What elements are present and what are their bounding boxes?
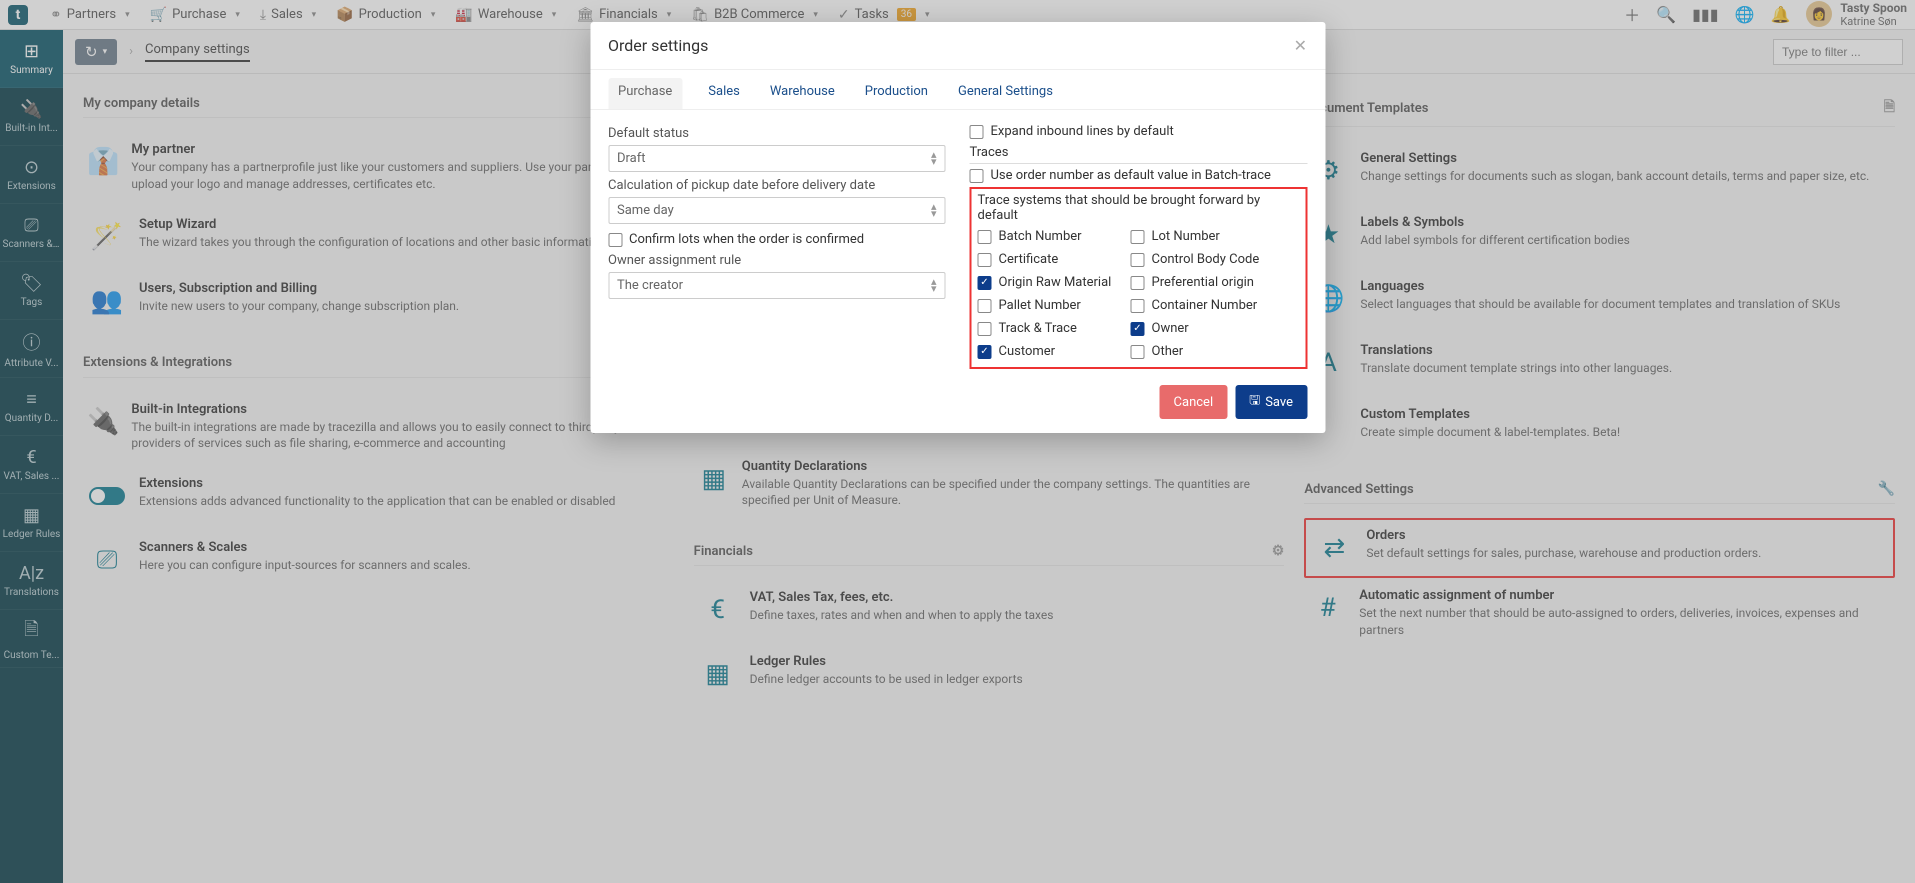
trace-option: Other <box>1131 344 1266 359</box>
select-value: Same day <box>617 203 674 218</box>
trace-label: Preferential origin <box>1152 275 1255 290</box>
trace-option: ✓ Customer <box>978 344 1113 359</box>
trace-option: Batch Number <box>978 229 1113 244</box>
confirm-lots-label: Confirm lots when the order is confirmed <box>629 232 864 247</box>
trace-checkbox[interactable]: ✓ <box>978 276 992 290</box>
select-value: Draft <box>617 151 646 166</box>
tab-general-settings[interactable]: General Settings <box>954 78 1057 109</box>
trace-option: ✓ Owner <box>1131 321 1266 336</box>
order-settings-dialog: Order settings ✕ PurchaseSalesWarehouseP… <box>590 22 1325 433</box>
trace-option: Certificate <box>978 252 1113 267</box>
trace-checkbox[interactable] <box>1131 276 1145 290</box>
trace-checkbox[interactable] <box>1131 253 1145 267</box>
confirm-lots-checkbox[interactable] <box>608 233 622 247</box>
trace-checkbox[interactable]: ✓ <box>978 345 992 359</box>
expand-label: Expand inbound lines by default <box>991 124 1174 139</box>
trace-checkbox[interactable] <box>978 299 992 313</box>
trace-checkbox[interactable] <box>1131 299 1145 313</box>
owner-rule-select[interactable]: The creator ▴▾ <box>608 272 946 299</box>
dialog-body: Default status Draft ▴▾ Calculation of pi… <box>590 110 1325 375</box>
close-icon[interactable]: ✕ <box>1294 36 1307 55</box>
default-status-select[interactable]: Draft ▴▾ <box>608 145 946 172</box>
trace-option: Preferential origin <box>1131 275 1266 290</box>
sort-icon: ▴▾ <box>931 152 937 165</box>
cancel-button[interactable]: Cancel <box>1160 385 1228 419</box>
trace-label: Origin Raw Material <box>999 275 1112 290</box>
trace-option: Control Body Code <box>1131 252 1266 267</box>
trace-box-title: Trace systems that should be brought for… <box>978 193 1300 223</box>
trace-label: Other <box>1152 344 1184 359</box>
dialog-tabs: Purchase Sales Warehouse Production General … <box>590 70 1325 110</box>
use-order-number-checkbox[interactable] <box>970 169 984 183</box>
trace-option: Pallet Number <box>978 298 1113 313</box>
trace-options-grid: Batch Number Lot Number Certificate Control… <box>978 227 1300 361</box>
trace-option: Lot Number <box>1131 229 1266 244</box>
trace-label: Customer <box>999 344 1056 359</box>
tab-purchase[interactable]: Purchase <box>608 78 682 109</box>
trace-option: ✓ Origin Raw Material <box>978 275 1113 290</box>
trace-checkbox[interactable] <box>978 253 992 267</box>
trace-checkbox[interactable] <box>1131 345 1145 359</box>
sort-icon: ▴▾ <box>931 204 937 217</box>
select-value: The creator <box>617 278 683 293</box>
pickup-select[interactable]: Same day ▴▾ <box>608 197 946 224</box>
trace-checkbox[interactable] <box>1131 230 1145 244</box>
dialog-right: Expand inbound lines by default Traces U… <box>970 120 1308 369</box>
dialog-title: Order settings <box>608 36 708 55</box>
trace-checkbox[interactable]: ✓ <box>1131 322 1145 336</box>
default-status-label: Default status <box>608 126 946 141</box>
expand-inbound-checkbox[interactable] <box>970 125 984 139</box>
use-order-number-label: Use order number as default value in Bat… <box>991 168 1271 183</box>
trace-label: Lot Number <box>1152 229 1220 244</box>
trace-checkbox[interactable] <box>978 322 992 336</box>
trace-option: Track & Trace <box>978 321 1113 336</box>
save-button[interactable]: 🖫 Save <box>1235 385 1307 419</box>
save-icon: 🖫 <box>1249 391 1260 413</box>
dialog-left: Default status Draft ▴▾ Calculation of pi… <box>608 120 946 369</box>
trace-label: Certificate <box>999 252 1059 267</box>
trace-label: Control Body Code <box>1152 252 1260 267</box>
trace-label: Batch Number <box>999 229 1082 244</box>
owner-rule-label: Owner assignment rule <box>608 253 946 268</box>
dialog-header: Order settings ✕ <box>590 22 1325 70</box>
dialog-footer: Cancel 🖫 Save <box>590 375 1325 433</box>
trace-label: Container Number <box>1152 298 1258 313</box>
trace-systems-box: Trace systems that should be brought for… <box>970 187 1308 369</box>
trace-label: Pallet Number <box>999 298 1081 313</box>
traces-section-title: Traces <box>970 145 1308 164</box>
trace-label: Owner <box>1152 321 1189 336</box>
tab-warehouse[interactable]: Warehouse <box>766 78 839 109</box>
tab-sales[interactable]: Sales <box>704 78 744 109</box>
sort-icon: ▴▾ <box>931 279 937 292</box>
save-label: Save <box>1265 395 1293 410</box>
tab-production[interactable]: Production <box>861 78 932 109</box>
trace-checkbox[interactable] <box>978 230 992 244</box>
trace-label: Track & Trace <box>999 321 1077 336</box>
trace-option: Container Number <box>1131 298 1266 313</box>
pickup-label: Calculation of pickup date before delive… <box>608 178 946 193</box>
